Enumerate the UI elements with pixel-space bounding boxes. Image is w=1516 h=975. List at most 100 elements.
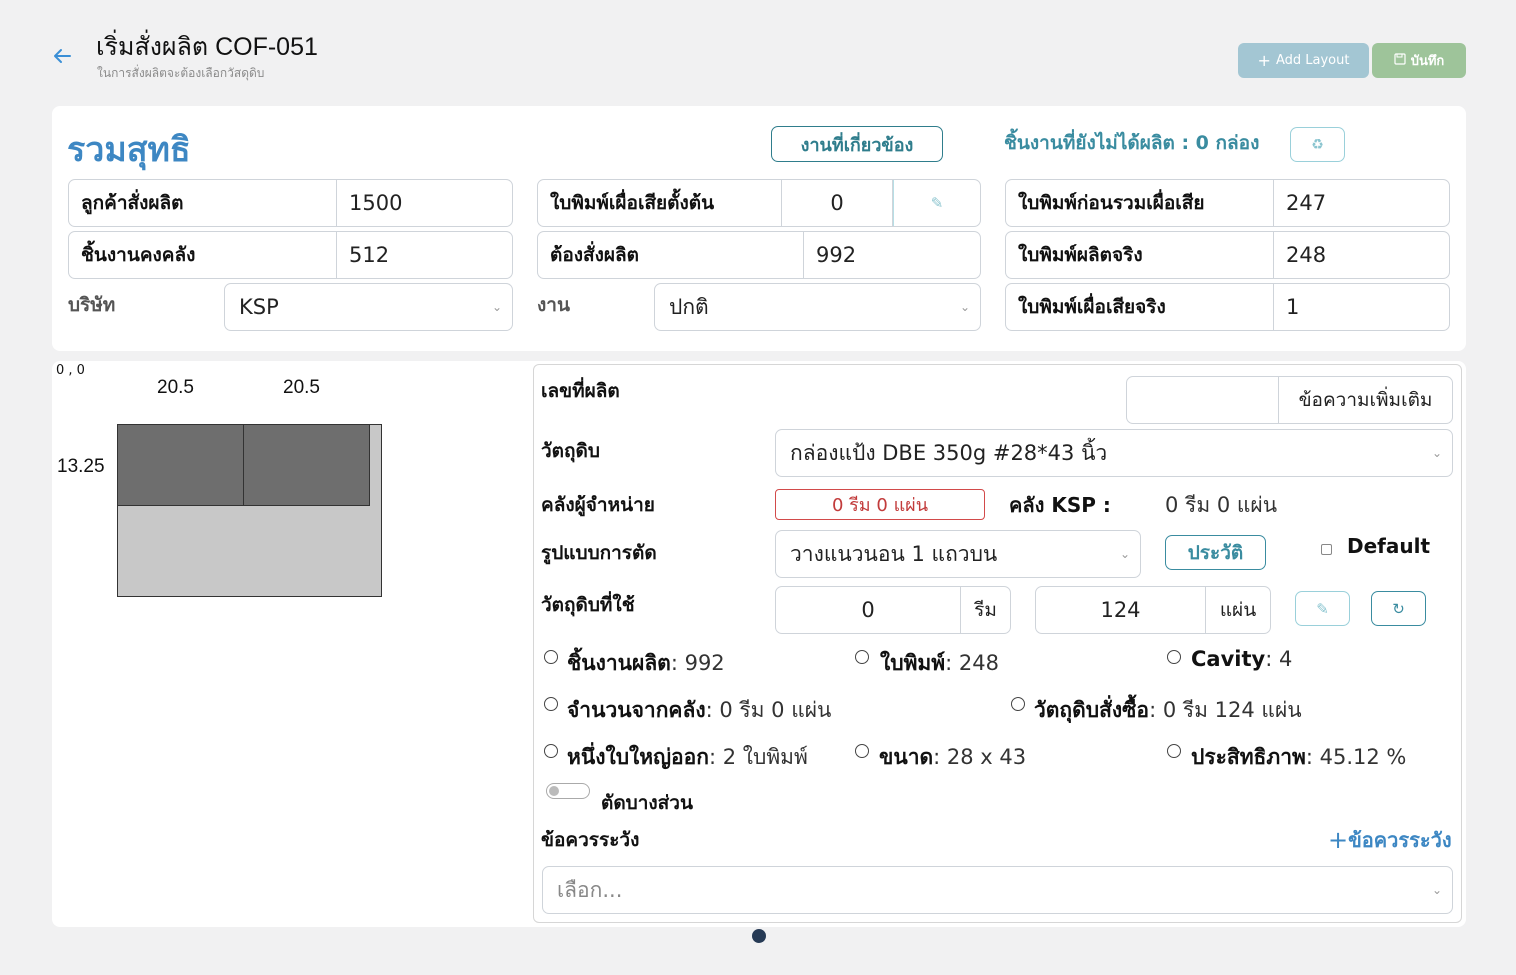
per-sheet-stat-label: หนึ่งใบใหญ่ออก bbox=[567, 745, 709, 769]
per-sheet-stat-value: : 2 ใบพิมพ์ bbox=[708, 745, 808, 769]
plus-icon: + bbox=[1257, 51, 1271, 70]
radio-button[interactable] bbox=[1167, 744, 1181, 758]
production-no-label: เลขที่ผลิต bbox=[541, 380, 620, 402]
size-stat: ขนาด: 28 x 43 bbox=[879, 741, 1026, 774]
prints-stat: ใบพิมพ์: 248 bbox=[880, 647, 999, 680]
purchase-stat: วัตถุดิบสั่งซื้อ: 0 รีม 124 แผ่น bbox=[1034, 694, 1302, 727]
plus-icon: + bbox=[1328, 826, 1349, 854]
ream-field: 0 รีม bbox=[775, 586, 1011, 634]
radio-button[interactable] bbox=[544, 650, 558, 664]
radio-button[interactable] bbox=[544, 697, 558, 711]
back-arrow-icon[interactable] bbox=[50, 44, 76, 70]
per-sheet-stat: หนึ่งใบใหญ่ออก: 2 ใบพิมพ์ bbox=[567, 741, 808, 774]
ream-unit: รีม bbox=[974, 599, 997, 621]
sheet-field: 124 แผ่น bbox=[1035, 586, 1271, 634]
height-label: 13.25 bbox=[57, 456, 105, 477]
pieces-stat-value: : 992 bbox=[670, 651, 725, 675]
production-no-input[interactable] bbox=[1127, 377, 1279, 423]
partial-cut-label: ตัดบางส่วน bbox=[601, 792, 693, 814]
default-checkbox[interactable] bbox=[1321, 544, 1332, 555]
initial-waste-label: ใบพิมพ์เผื่อเสียตั้งต้น bbox=[538, 180, 782, 226]
radio-button[interactable] bbox=[1167, 650, 1181, 664]
actual-prints-label: ใบพิมพ์ผลิตจริง bbox=[1006, 232, 1274, 278]
pagination-dot[interactable] bbox=[752, 929, 766, 943]
radio-button[interactable] bbox=[1011, 697, 1025, 711]
chevron-down-icon: ⌄ bbox=[1119, 547, 1130, 561]
radio-button[interactable] bbox=[855, 650, 869, 664]
extra-message-button[interactable]: ข้อความเพิ่มเติม bbox=[1279, 377, 1452, 423]
production-no-group: ข้อความเพิ่มเติม bbox=[1126, 376, 1453, 424]
cut-pattern-value: วางแนวนอน 1 แถวบน bbox=[790, 541, 998, 566]
job-value: ปกติ bbox=[669, 294, 709, 319]
save-button[interactable]: บันทึก bbox=[1372, 43, 1466, 78]
size-stat-value: : 28 x 43 bbox=[933, 745, 1027, 769]
actual-waste-value: 1 bbox=[1286, 295, 1300, 319]
toggle-knob bbox=[549, 786, 559, 796]
stock-pieces-label: ชิ้นงานคงคลัง bbox=[69, 232, 337, 278]
material-value: กล่องแป้ง DBE 350g #28*43 นิ้ว bbox=[790, 440, 1108, 465]
material-label: วัตถุดิบ bbox=[541, 440, 600, 462]
caution-select[interactable]: เลือก... ⌄ bbox=[542, 866, 1453, 914]
add-caution-button[interactable]: + ข้อควรระวัง bbox=[1328, 824, 1452, 856]
job-label: งาน bbox=[537, 294, 570, 316]
company-label: บริษัท bbox=[68, 294, 116, 316]
stock-pieces-field: ชิ้นงานคงคลัง 512 bbox=[68, 231, 513, 279]
size-stat-label: ขนาด bbox=[879, 745, 934, 769]
page-subtitle: ในการสั่งผลิตจะต้องเลือกวัสดุดิบ bbox=[97, 66, 265, 80]
company-select[interactable]: KSP ⌄ bbox=[224, 283, 513, 331]
actual-prints-field: ใบพิมพ์ผลิตจริง 248 bbox=[1005, 231, 1450, 279]
efficiency-stat-label: ประสิทธิภาพ bbox=[1191, 745, 1306, 769]
origin-label: 0 , 0 bbox=[56, 363, 85, 378]
layout-piece[interactable] bbox=[243, 424, 370, 506]
purchase-stat-value: : 0 รีม 124 แผ่น bbox=[1149, 698, 1302, 722]
cavity-stat: Cavity: 4 bbox=[1191, 647, 1292, 671]
partial-cut-toggle[interactable] bbox=[546, 783, 590, 799]
add-layout-label: Add Layout bbox=[1275, 53, 1350, 68]
layout-piece[interactable] bbox=[117, 424, 244, 506]
actual-waste-label: ใบพิมพ์เผื่อเสียจริง bbox=[1006, 284, 1274, 330]
sheet-unit: แผ่น bbox=[1219, 599, 1257, 621]
customer-order-value: 1500 bbox=[349, 191, 403, 215]
cut-pattern-label: รูปแบบการตัด bbox=[541, 542, 657, 564]
stock-pieces-value: 512 bbox=[349, 243, 390, 267]
sheet-input[interactable]: 124 bbox=[1036, 587, 1206, 633]
chevron-down-icon: ⌄ bbox=[1431, 446, 1442, 460]
width-label: 20.5 bbox=[283, 377, 320, 398]
page-title: เริ่มสั่งผลิต COF-051 bbox=[96, 33, 318, 61]
save-label: บันทึก bbox=[1410, 54, 1445, 69]
add-caution-label: ข้อควรระวัง bbox=[1348, 828, 1452, 852]
edit-pencil-icon[interactable]: ✎ bbox=[1295, 591, 1350, 626]
from-stock-stat: จำนวนจากคลัง: 0 รีม 0 แผ่น bbox=[567, 694, 831, 727]
chevron-down-icon: ⌄ bbox=[491, 300, 502, 314]
history-button[interactable]: ประวัติ bbox=[1165, 535, 1266, 570]
unproduced-text: ชิ้นงานที่ยังไม่ได้ผลิต : 0 กล่อง bbox=[1004, 132, 1260, 154]
job-select[interactable]: ปกติ ⌄ bbox=[654, 283, 981, 331]
radio-button[interactable] bbox=[544, 744, 558, 758]
prints-before-waste-field: ใบพิมพ์ก่อนรวมเผื่อเสีย 247 bbox=[1005, 179, 1450, 227]
radio-button[interactable] bbox=[855, 744, 869, 758]
ksp-stock-value: 0 รีม 0 แผ่น bbox=[1165, 493, 1278, 517]
edit-pencil-icon[interactable]: ✎ bbox=[893, 180, 980, 226]
from-stock-stat-value: : 0 รีม 0 แผ่น bbox=[705, 698, 832, 722]
recycle-button[interactable]: ♻ bbox=[1290, 127, 1345, 162]
must-order-field: ต้องสั่งผลิต 992 bbox=[537, 231, 981, 279]
prints-before-waste-value: 247 bbox=[1286, 191, 1327, 215]
cavity-stat-value: : 4 bbox=[1265, 647, 1293, 671]
material-select[interactable]: กล่องแป้ง DBE 350g #28*43 นิ้ว ⌄ bbox=[775, 429, 1453, 477]
cut-pattern-select[interactable]: วางแนวนอน 1 แถวบน ⌄ bbox=[775, 530, 1141, 578]
actual-prints-value: 248 bbox=[1286, 243, 1327, 267]
refresh-icon[interactable]: ↻ bbox=[1371, 591, 1426, 626]
must-order-label: ต้องสั่งผลิต bbox=[538, 232, 804, 278]
initial-waste-field: ใบพิมพ์เผื่อเสียตั้งต้น 0 ✎ bbox=[537, 179, 981, 227]
chevron-down-icon: ⌄ bbox=[1431, 883, 1442, 897]
pieces-stat: ชิ้นงานผลิต: 992 bbox=[567, 647, 725, 680]
summary-title: รวมสุทธิ bbox=[67, 130, 191, 170]
ream-input[interactable]: 0 bbox=[776, 587, 961, 633]
prints-stat-value: : 248 bbox=[945, 651, 999, 675]
related-jobs-button[interactable]: งานที่เกี่ยวข้อง bbox=[771, 126, 943, 162]
efficiency-stat: ประสิทธิภาพ: 45.12 % bbox=[1191, 741, 1406, 774]
supplier-stock-value: 0 รีม 0 แผ่น bbox=[775, 489, 985, 520]
add-layout-button[interactable]: + Add Layout bbox=[1238, 43, 1369, 78]
customer-order-field: ลูกค้าสั่งผลิต 1500 bbox=[68, 179, 513, 227]
actual-waste-field: ใบพิมพ์เผื่อเสียจริง 1 bbox=[1005, 283, 1450, 331]
